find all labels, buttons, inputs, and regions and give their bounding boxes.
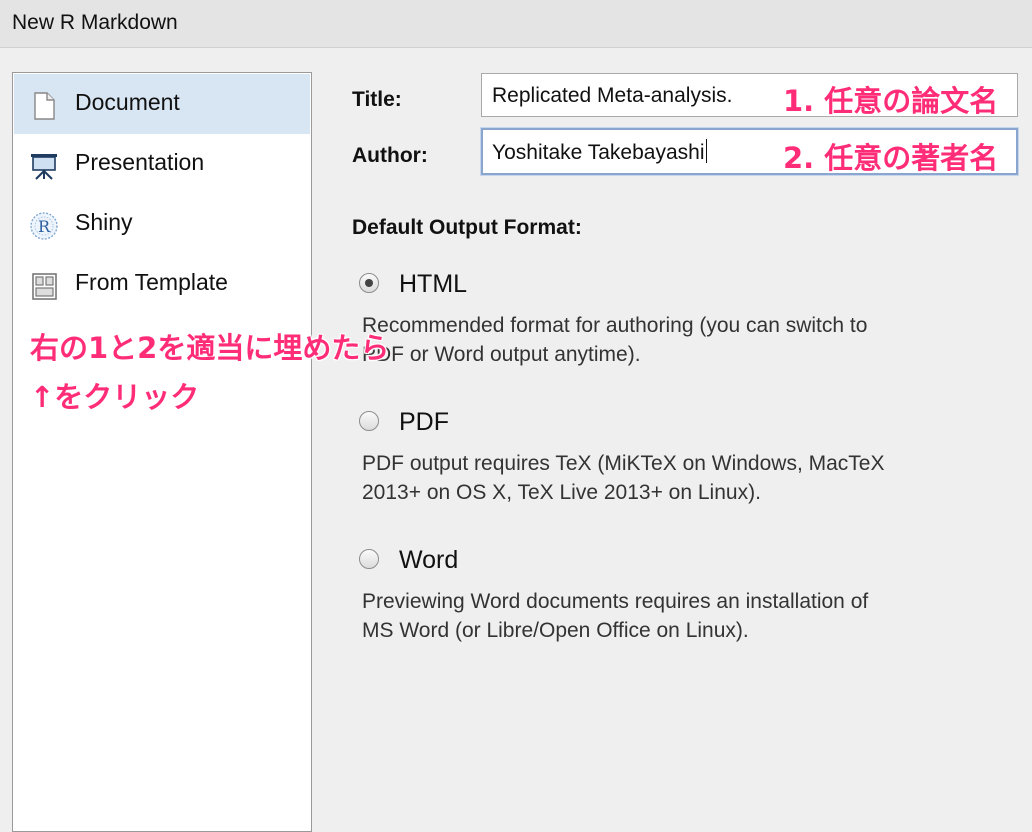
word-option-label[interactable]: Word <box>399 546 458 575</box>
title-input-value: Replicated Meta-analysis. <box>492 84 733 107</box>
sidebar-item-label: Presentation <box>75 149 205 175</box>
sidebar-item-document[interactable]: Document <box>14 74 310 134</box>
instruction-annotation-line1: 右の1と2を適当に埋めたら <box>30 331 390 365</box>
sidebar-item-label: Document <box>75 89 180 115</box>
pdf-radio[interactable] <box>359 411 379 431</box>
word-radio[interactable] <box>359 549 379 569</box>
html-option-description: Recommended format for authoring (you ca… <box>362 311 1012 369</box>
description-line: 2013+ on OS X, TeX Live 2013+ on Linux). <box>362 481 761 504</box>
window-title: New R Markdown <box>12 11 178 34</box>
html-radio[interactable] <box>359 273 379 293</box>
description-line: PDF output requires TeX (MiKTeX on Windo… <box>362 452 885 475</box>
author-input-value: Yoshitake Takebayashi <box>492 141 705 164</box>
window-titlebar: New R Markdown <box>0 0 1032 48</box>
author-label: Author: <box>352 144 428 167</box>
shiny-r-icon: R <box>30 212 58 240</box>
sidebar-item-shiny[interactable]: R Shiny <box>14 194 310 254</box>
sidebar-item-from-template[interactable]: From Template <box>14 254 310 314</box>
document-icon <box>34 92 55 120</box>
author-annotation: 2. 任意の著者名 <box>783 141 999 175</box>
description-line: PDF or Word output anytime). <box>362 343 641 366</box>
description-line: MS Word (or Libre/Open Office on Linux). <box>362 619 749 642</box>
instruction-annotation-line2: ↑をクリック <box>30 380 200 414</box>
title-label: Title: <box>352 88 402 111</box>
text-caret <box>705 139 707 163</box>
template-type-sidebar: Document Presentation R Shiny From Templ… <box>12 72 312 832</box>
pdf-option-description: PDF output requires TeX (MiKTeX on Windo… <box>362 449 1012 507</box>
sidebar-item-label: From Template <box>75 269 228 295</box>
description-line: Recommended format for authoring (you ca… <box>362 314 868 337</box>
template-icon <box>32 273 57 300</box>
title-annotation: 1. 任意の論文名 <box>783 84 999 118</box>
sidebar-item-label: Shiny <box>75 209 133 235</box>
sidebar-item-presentation[interactable]: Presentation <box>14 134 310 194</box>
output-format-heading: Default Output Format: <box>352 216 582 239</box>
presentation-icon <box>31 154 57 180</box>
pdf-option-label[interactable]: PDF <box>399 408 449 437</box>
radio-selected-dot <box>365 279 373 287</box>
svg-text:R: R <box>38 217 51 236</box>
word-option-description: Previewing Word documents requires an in… <box>362 587 1012 645</box>
description-line: Previewing Word documents requires an in… <box>362 590 869 613</box>
html-option-label[interactable]: HTML <box>399 270 467 299</box>
